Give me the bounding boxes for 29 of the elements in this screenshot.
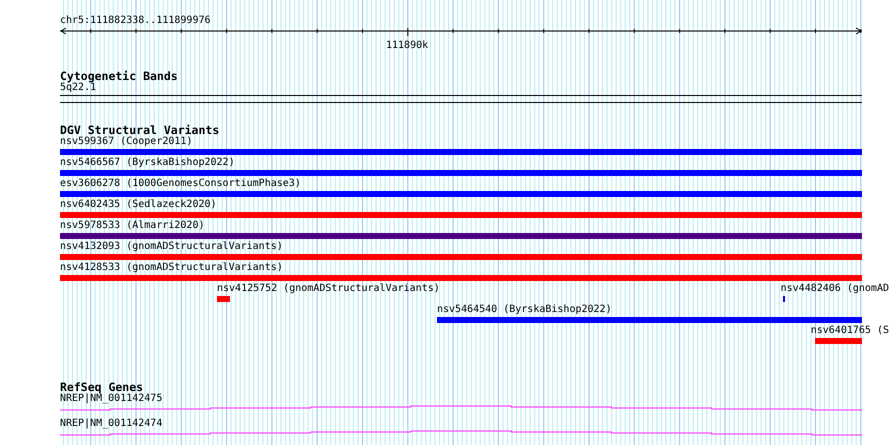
variant-bar[interactable] <box>60 275 862 281</box>
band-label: 5q22.1 <box>60 82 96 94</box>
gene-label: NREP|NM_001142475 <box>60 393 162 405</box>
variant-label: nsv5466567 (ByrskaBishop2022) <box>60 157 235 169</box>
variant-bar[interactable] <box>60 191 862 197</box>
variant-bar[interactable] <box>60 254 862 260</box>
variant-bar[interactable] <box>60 233 862 239</box>
track-title: DGV Structural Variants <box>60 124 220 136</box>
variant-label: nsv6401765 (S <box>810 325 889 337</box>
variant-label: nsv4125752 (gnomADStructuralVariants) <box>217 283 440 295</box>
variant-bar[interactable] <box>60 170 862 176</box>
variant-label: nsv4132093 (gnomADStructuralVariants) <box>60 241 283 253</box>
variant-bar[interactable] <box>60 149 862 155</box>
variant-label: nsv5978533 (Almarri2020) <box>60 220 204 232</box>
variant-label: nsv599367 (Cooper2011) <box>60 136 192 148</box>
variant-label: nsv6402435 (Sedlazeck2020) <box>60 199 217 211</box>
variant-label: nsv5464540 (ByrskaBishop2022) <box>437 304 612 316</box>
variant-bar[interactable] <box>437 317 862 323</box>
gene-label: NREP|NM_001142474 <box>60 418 162 430</box>
variant-bar[interactable] <box>217 296 230 302</box>
variant-bar[interactable] <box>60 212 862 218</box>
track-title: RefSeq Genes <box>60 381 144 393</box>
tick-label: 111890k <box>386 40 428 52</box>
variant-label: nsv4482406 (gnomAD <box>780 283 889 295</box>
variant-label: nsv4128533 (gnomADStructuralVariants) <box>60 262 283 274</box>
location-label: chr5:111882338..111899976 <box>60 15 211 27</box>
variant-bar[interactable] <box>815 338 862 344</box>
variant-label: esv3606278 (1000GenomesConsortiumPhase3) <box>60 178 301 190</box>
track-title: Cytogenetic Bands <box>60 70 178 82</box>
